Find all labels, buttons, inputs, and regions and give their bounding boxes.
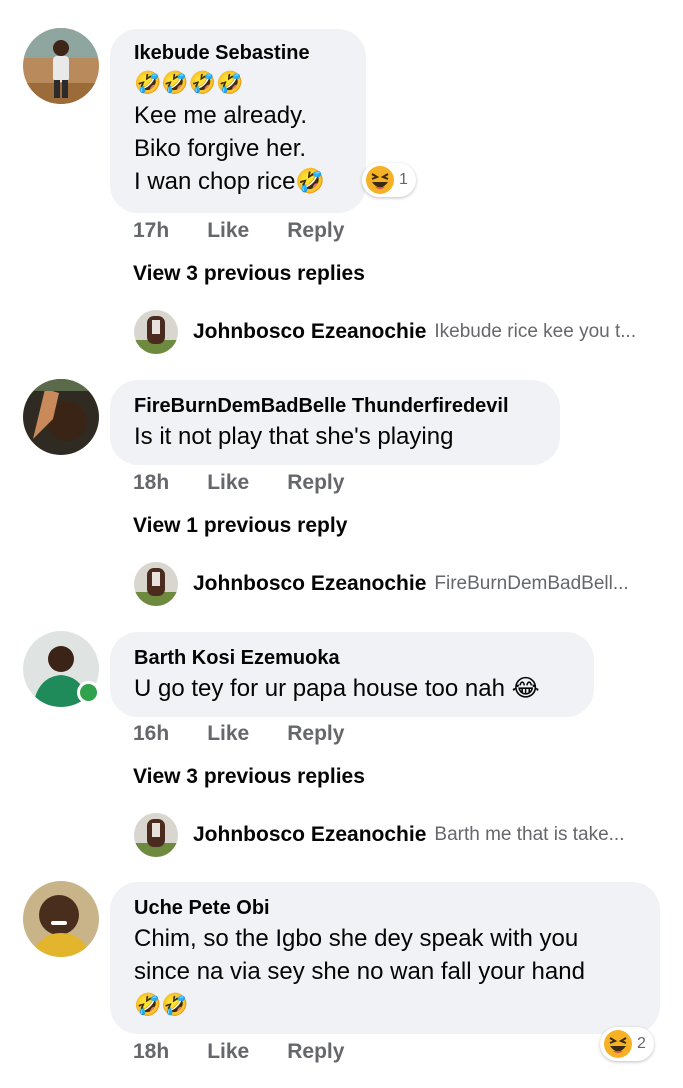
latest-reply[interactable]: Johnbosco Ezeanochie Ikebude rice kee yo…	[193, 320, 653, 344]
reply-preview-text: FireBurnDemBadBell...	[434, 573, 629, 594]
online-status-indicator	[77, 681, 100, 704]
reply-author[interactable]: Johnbosco Ezeanochie	[193, 320, 426, 344]
avatar-photo	[134, 310, 178, 354]
comment-emoji-row: 🤣🤣🤣🤣	[134, 70, 244, 95]
comment-text-line: Chim, so the Igbo she dey speak with you	[134, 925, 579, 952]
comment-actions: 16h Like Reply	[133, 722, 344, 746]
view-previous-replies-link[interactable]: View 3 previous replies	[133, 765, 365, 789]
reply-avatar[interactable]	[134, 562, 178, 606]
comment-text-line: since na via sey she no wan fall your ha…	[134, 958, 585, 985]
reaction-count: 2	[637, 1035, 646, 1052]
avatar-ikebude[interactable]	[23, 28, 99, 104]
comment-text-line: U go tey for ur papa house too nah 😂	[134, 675, 540, 702]
comment-text-line: Kee me already.	[134, 102, 307, 129]
laughing-squint-emoji-icon	[604, 1030, 632, 1058]
comment-text-line: I wan chop rice🤣	[134, 168, 326, 195]
like-button[interactable]: Like	[207, 1040, 249, 1064]
view-previous-replies-link[interactable]: View 1 previous reply	[133, 514, 347, 538]
comment-time[interactable]: 18h	[133, 1040, 169, 1064]
reaction-summary[interactable]: 2	[600, 1027, 654, 1061]
comment-actions: 17h Like Reply	[133, 219, 344, 243]
comment-author[interactable]: Ikebude Sebastine	[134, 39, 342, 67]
reply-button[interactable]: Reply	[287, 471, 344, 495]
avatar-photo	[23, 379, 99, 455]
reply-avatar[interactable]	[134, 813, 178, 857]
avatar-photo	[23, 881, 99, 957]
comment-time[interactable]: 16h	[133, 722, 169, 746]
like-button[interactable]: Like	[207, 471, 249, 495]
reaction-count: 1	[399, 171, 408, 188]
reply-preview-text: Ikebude rice kee you t...	[434, 321, 637, 342]
comment-actions: 18h Like Reply	[133, 471, 344, 495]
comment-text-line: Biko forgive her.	[134, 135, 307, 162]
comment-bubble[interactable]: Barth Kosi Ezemuoka U go tey for ur papa…	[110, 632, 594, 717]
reply-avatar[interactable]	[134, 310, 178, 354]
reply-preview-text: Barth me that is take...	[434, 824, 625, 845]
comment-time[interactable]: 17h	[133, 219, 169, 243]
reply-button[interactable]: Reply	[287, 219, 344, 243]
comment-actions: 18h Like Reply	[133, 1040, 344, 1064]
reply-button[interactable]: Reply	[287, 1040, 344, 1064]
comment-bubble[interactable]: Uche Pete Obi Chim, so the Igbo she dey …	[110, 882, 660, 1034]
latest-reply[interactable]: Johnbosco Ezeanochie Barth me that is ta…	[193, 823, 653, 847]
comment-author[interactable]: FireBurnDemBadBelle Thunderfiredevil	[134, 392, 536, 420]
comment-text-line: 🤣🤣	[134, 992, 189, 1017]
like-button[interactable]: Like	[207, 722, 249, 746]
comment-time[interactable]: 18h	[133, 471, 169, 495]
avatar-photo	[134, 813, 178, 857]
laughing-squint-emoji-icon	[366, 166, 394, 194]
view-previous-replies-link[interactable]: View 3 previous replies	[133, 262, 365, 286]
comment-bubble[interactable]: Ikebude Sebastine 🤣🤣🤣🤣 Kee me already. B…	[110, 29, 366, 213]
reaction-summary[interactable]: 1	[362, 163, 416, 197]
reply-button[interactable]: Reply	[287, 722, 344, 746]
avatar-photo	[23, 28, 99, 104]
comment-text-line: Is it not play that she's playing	[134, 423, 454, 450]
avatar-uche[interactable]	[23, 881, 99, 957]
avatar-fireburn[interactable]	[23, 379, 99, 455]
avatar-photo	[134, 562, 178, 606]
like-button[interactable]: Like	[207, 219, 249, 243]
reply-author[interactable]: Johnbosco Ezeanochie	[193, 572, 426, 596]
reply-author[interactable]: Johnbosco Ezeanochie	[193, 823, 426, 847]
latest-reply[interactable]: Johnbosco Ezeanochie FireBurnDemBadBell.…	[193, 572, 653, 596]
comment-author[interactable]: Barth Kosi Ezemuoka	[134, 644, 570, 672]
comment-author[interactable]: Uche Pete Obi	[134, 894, 636, 922]
comment-bubble[interactable]: FireBurnDemBadBelle Thunderfiredevil Is …	[110, 380, 560, 465]
